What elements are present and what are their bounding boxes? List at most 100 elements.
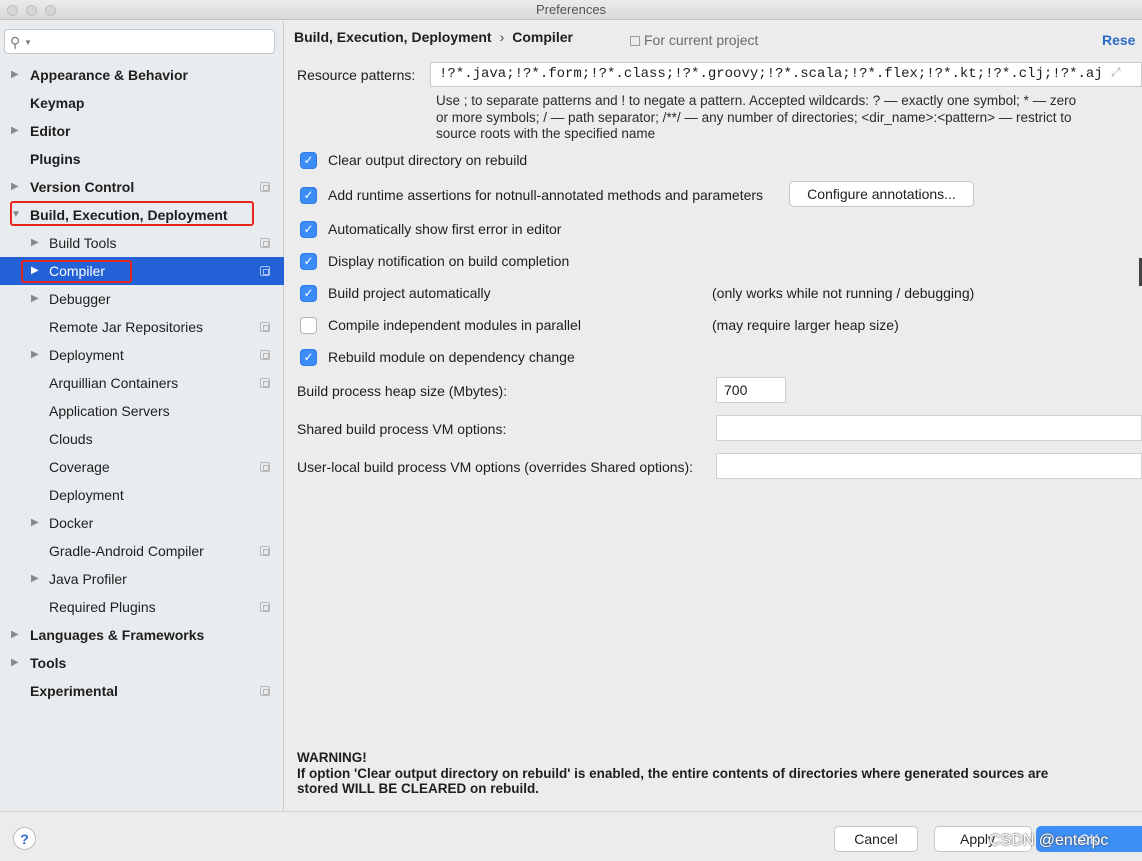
project-scope-icon: [260, 182, 270, 192]
sidebar-item-version-control[interactable]: ▶ Version Control: [0, 173, 284, 201]
collapsed-arrow-icon[interactable]: ▶: [31, 229, 39, 257]
minimize-window-button[interactable]: [26, 5, 37, 16]
resource-patterns-hint: Use ; to separate patterns and ! to nega…: [436, 93, 1131, 143]
checkbox-checked[interactable]: ✓: [300, 186, 317, 204]
option-note: (may require larger heap size): [712, 317, 899, 333]
breadcrumb: Build, Execution, Deployment › Compiler: [294, 29, 573, 45]
sidebar-item-experimental[interactable]: Experimental: [0, 677, 284, 705]
sidebar-item-compiler[interactable]: ▶ Compiler: [0, 257, 284, 285]
checkbox-checked[interactable]: ✓: [300, 348, 317, 366]
sidebar-item-label: Plugins: [30, 151, 81, 167]
option-label: Build project automatically: [328, 285, 491, 301]
collapsed-arrow-icon[interactable]: ▶: [11, 649, 19, 677]
collapsed-arrow-icon[interactable]: ▶: [31, 257, 39, 285]
warning-title: WARNING!: [297, 750, 367, 765]
sidebar-item-deployment[interactable]: ▶ Deployment: [0, 341, 284, 369]
shared-vm-options-input[interactable]: [716, 415, 1142, 441]
chevron-down-icon[interactable]: ▼: [24, 38, 32, 47]
dialog-footer: ? Cancel Apply OK CSDN @enterpc: [0, 811, 1142, 861]
sidebar-item-debugger[interactable]: ▶ Debugger: [0, 285, 284, 313]
window-controls: [7, 5, 56, 16]
sidebar-item-remote-jar-repositories[interactable]: Remote Jar Repositories: [0, 313, 284, 341]
user-vm-options-input[interactable]: [716, 453, 1142, 479]
option-rebuild-module-on-dependency-change[interactable]: ✓ Rebuild module on dependency change: [300, 346, 575, 368]
option-automatically-show-first-error-in-editor[interactable]: ✓ Automatically show first error in edito…: [300, 218, 561, 240]
zoom-window-button[interactable]: [45, 5, 56, 16]
project-scope-icon: [260, 238, 270, 248]
search-input[interactable]: [35, 32, 270, 51]
option-compile-independent-modules-in-parallel[interactable]: Compile independent modules in parallel: [300, 314, 581, 336]
sidebar-item-label: Arquillian Containers: [49, 375, 179, 391]
sidebar-item-label: Deployment: [49, 487, 124, 503]
sidebar-item-docker[interactable]: ▶ Docker: [0, 509, 284, 537]
warning-text: stored WILL BE CLEARED on rebuild.: [297, 781, 540, 796]
configure-annotations-button[interactable]: Configure annotations...: [789, 181, 974, 207]
sidebar-item-build-execution-deployment[interactable]: ▼ Build, Execution, Deployment: [0, 201, 284, 229]
option-build-project-automatically[interactable]: ✓ Build project automatically: [300, 282, 491, 304]
sidebar-item-java-profiler[interactable]: ▶ Java Profiler: [0, 565, 284, 593]
expand-icon[interactable]: ⤢: [1111, 65, 1121, 80]
breadcrumb-current: Compiler: [512, 29, 573, 45]
sidebar-item-keymap[interactable]: Keymap: [0, 89, 284, 117]
heap-size-input[interactable]: 700: [716, 377, 786, 403]
sidebar-item-label: Build, Execution, Deployment: [30, 207, 228, 223]
checkbox-checked[interactable]: ✓: [300, 151, 317, 169]
sidebar-item-label: Docker: [49, 515, 94, 531]
sidebar-item-required-plugins[interactable]: Required Plugins: [0, 593, 284, 621]
option-label: Rebuild module on dependency change: [328, 349, 575, 365]
option-add-runtime-assertions-for-notnull-annotated-methods-and-parameters[interactable]: ✓ Add runtime assertions for notnull-anno…: [300, 184, 763, 206]
sidebar-item-label: Application Servers: [49, 403, 170, 419]
sidebar-item-application-servers[interactable]: Application Servers: [0, 397, 284, 425]
sidebar-item-deployment[interactable]: Deployment: [0, 481, 284, 509]
collapsed-arrow-icon[interactable]: ▶: [31, 565, 39, 593]
scope-indicator: For current project: [630, 32, 758, 48]
collapsed-arrow-icon[interactable]: ▶: [31, 341, 39, 369]
close-window-button[interactable]: [7, 5, 18, 16]
option-label: Clear output directory on rebuild: [328, 152, 528, 168]
sidebar-item-gradle-android-compiler[interactable]: Gradle-Android Compiler: [0, 537, 284, 565]
sidebar-item-clouds[interactable]: Clouds: [0, 425, 284, 453]
sidebar-item-languages-frameworks[interactable]: ▶ Languages & Frameworks: [0, 621, 284, 649]
checkbox-unchecked[interactable]: [300, 316, 317, 334]
window-titlebar: Preferences: [0, 0, 1142, 20]
sidebar-item-label: Clouds: [49, 431, 93, 447]
collapsed-arrow-icon[interactable]: ▶: [11, 621, 19, 649]
collapsed-arrow-icon[interactable]: ▶: [31, 285, 39, 313]
resource-patterns-input[interactable]: !?*.java;!?*.form;!?*.class;!?*.groovy;!…: [430, 62, 1142, 87]
checkbox-checked[interactable]: ✓: [300, 252, 317, 270]
checkbox-checked[interactable]: ✓: [300, 220, 317, 238]
sidebar-item-label: Remote Jar Repositories: [49, 319, 204, 335]
project-scope-icon: [260, 686, 270, 696]
scope-label: For current project: [644, 32, 759, 48]
sidebar-item-label: Compiler: [49, 263, 106, 279]
collapsed-arrow-icon[interactable]: ▶: [11, 117, 19, 145]
option-clear-output-directory-on-rebuild[interactable]: ✓ Clear output directory on rebuild: [300, 149, 527, 171]
compiler-settings-panel: Build, Execution, Deployment › Compiler Fo…: [285, 21, 1142, 811]
option-display-notification-on-build-completion[interactable]: ✓ Display notification on build completio…: [300, 250, 569, 272]
sidebar-item-label: Version Control: [30, 179, 135, 195]
sidebar-item-label: Required Plugins: [49, 599, 156, 615]
help-button[interactable]: ?: [13, 827, 36, 850]
sidebar-item-appearance-behavior[interactable]: ▶ Appearance & Behavior: [0, 61, 284, 89]
sidebar-item-build-tools[interactable]: ▶ Build Tools: [0, 229, 284, 257]
sidebar-item-plugins[interactable]: Plugins: [0, 145, 284, 173]
expanded-arrow-icon[interactable]: ▼: [11, 201, 21, 229]
sidebar-item-arquillian-containers[interactable]: Arquillian Containers: [0, 369, 284, 397]
settings-search[interactable]: ⚲ ▼: [4, 29, 275, 54]
sidebar-item-tools[interactable]: ▶ Tools: [0, 649, 284, 677]
sidebar-item-editor[interactable]: ▶ Editor: [0, 117, 284, 145]
project-scope-icon: [260, 322, 270, 332]
option-label: Automatically show first error in editor: [328, 221, 562, 237]
collapsed-arrow-icon[interactable]: ▶: [11, 173, 19, 201]
breadcrumb-separator: ›: [499, 29, 505, 45]
reset-link[interactable]: Rese: [1102, 32, 1135, 48]
sidebar-item-coverage[interactable]: Coverage: [0, 453, 284, 481]
cancel-button[interactable]: Cancel: [834, 826, 918, 852]
collapsed-arrow-icon[interactable]: ▶: [31, 509, 39, 537]
sidebar-item-label: Experimental: [30, 683, 118, 699]
sidebar-item-label: Debugger: [49, 291, 111, 307]
checkbox-checked[interactable]: ✓: [300, 284, 317, 302]
sidebar-item-label: Languages & Frameworks: [30, 627, 205, 643]
collapsed-arrow-icon[interactable]: ▶: [11, 61, 19, 89]
breadcrumb-parent[interactable]: Build, Execution, Deployment: [294, 29, 492, 45]
